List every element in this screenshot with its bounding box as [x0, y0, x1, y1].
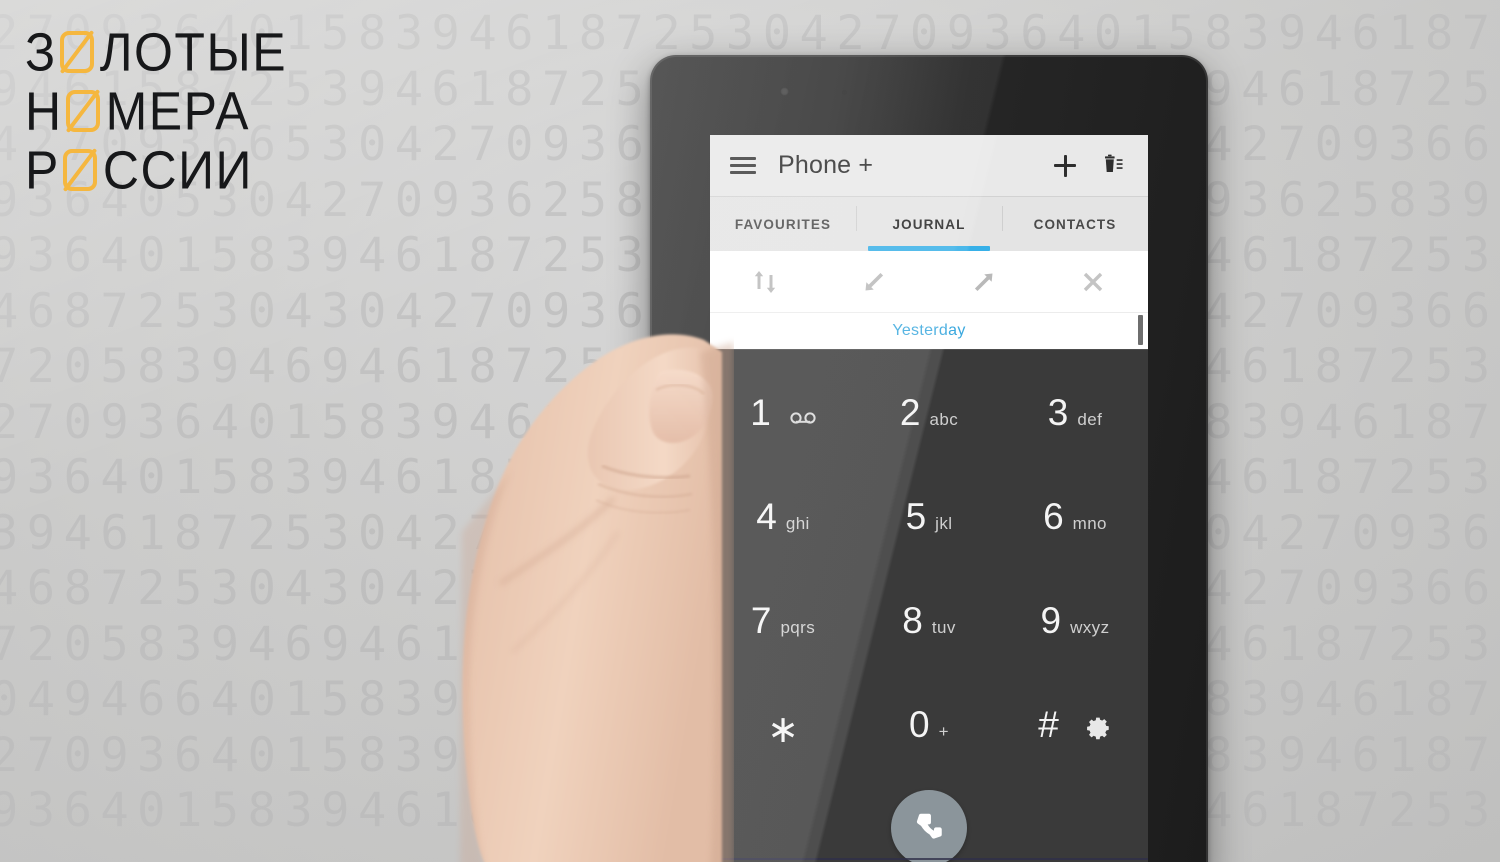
voicemail-icon — [790, 411, 816, 424]
dialpad-key-letters: jkl — [935, 513, 953, 533]
settings-gear-icon[interactable] — [1086, 715, 1112, 741]
tab-favourites[interactable]: FAVOURITES — [710, 197, 856, 251]
dialpad-key-letters: wxyz — [1070, 617, 1110, 637]
dialpad-key-7[interactable]: 7 pqrs — [710, 602, 856, 639]
outgoing-calls-filter[interactable] — [929, 267, 1039, 297]
dialpad-key-5[interactable]: 5 jkl — [856, 498, 1002, 535]
tab-journal[interactable]: JOURNAL — [856, 197, 1002, 251]
dialpad-key-0[interactable]: 0 + — [856, 706, 1002, 743]
tab-bar: FAVOURITES JOURNAL CONTACTS — [710, 197, 1148, 251]
phone-handset-icon — [916, 813, 942, 839]
dialpad-key-2[interactable]: 2 abc — [856, 394, 1002, 431]
dialpad-key-number: 7 — [750, 599, 772, 641]
phone-screen: Phone + FAVOURITES JOURNAL CONTACTS Yest… — [710, 135, 1148, 862]
dialpad-key-6[interactable]: 6 mno — [1002, 498, 1148, 535]
dialpad-key-number: 3 — [1047, 391, 1069, 433]
dialpad-row: 4 ghi 5 jkl 6 mno — [710, 464, 1148, 568]
dialpad-key-number: 4 — [756, 495, 777, 537]
logo-zero-glyph — [62, 148, 97, 191]
logo-line-3: Р ССИИ — [25, 140, 287, 199]
front-camera-icon — [842, 90, 847, 95]
logo-line-1: З ЛОТЫЕ — [25, 22, 287, 81]
dialpad-key-letters: mno — [1072, 513, 1107, 533]
dialpad-key-letters: pqrs — [780, 617, 816, 637]
incoming-calls-filter[interactable] — [820, 267, 930, 297]
dialpad-key-number: 6 — [1043, 495, 1064, 537]
hamburger-menu-icon[interactable] — [730, 153, 756, 178]
app-bar: Phone + — [710, 135, 1148, 197]
arrow-down-right-icon — [865, 272, 884, 290]
brand-logo: З ЛОТЫЕ Н МЕРА Р ССИИ — [25, 22, 287, 199]
dialpad-key-letters: def — [1077, 409, 1103, 429]
logo-text-post: ЛОТЫЕ — [99, 21, 288, 82]
call-button[interactable] — [891, 790, 967, 862]
smartphone-device: Phone + FAVOURITES JOURNAL CONTACTS Yest… — [650, 55, 1208, 862]
tab-contacts[interactable]: CONTACTS — [1002, 197, 1148, 251]
add-contact-button[interactable] — [1054, 154, 1076, 177]
dialpad-key-number: 9 — [1040, 599, 1062, 641]
page-title: Phone + — [778, 151, 874, 179]
dialpad-key-number: 2 — [899, 391, 921, 433]
dialpad-key-number: 8 — [902, 599, 923, 641]
dialpad-key-number: ∗ — [767, 709, 799, 751]
logo-text-pre: Н — [25, 80, 63, 141]
dialpad-key-letters: tuv — [931, 617, 956, 637]
up-down-arrows-icon — [754, 270, 775, 293]
close-x-icon — [1084, 272, 1103, 291]
dialpad-key-8[interactable]: 8 tuv — [856, 602, 1002, 639]
dialpad-key-letters: + — [938, 721, 949, 741]
proximity-sensor-icon — [780, 87, 789, 96]
dialpad-row: ∗ 0 + # — [710, 672, 1148, 776]
date-divider: Yesterday — [892, 322, 966, 339]
dialpad-key-3[interactable]: 3 def — [1002, 394, 1148, 431]
dialpad-key-number: 0 — [909, 703, 930, 745]
logo-text-post: МЕРА — [105, 80, 250, 141]
scrollbar-thumb[interactable] — [1138, 315, 1143, 345]
navigation-bar-line — [710, 858, 1148, 860]
dialpad: 1 2 abc 3 def 4 ghi 5 jkl 6 mno 7 pqrs 8 tuv 9 wxyz ∗ 0 + # — [710, 349, 1148, 862]
delete-entries-button[interactable] — [1102, 154, 1126, 178]
logo-text-post: ССИИ — [102, 139, 253, 200]
dialpad-key-letters: ghi — [785, 513, 810, 533]
dialpad-key-star[interactable]: ∗ — [710, 705, 856, 749]
delete-list-icon — [1105, 154, 1123, 172]
missed-calls-filter[interactable] — [1039, 267, 1149, 297]
call-row — [710, 776, 1148, 862]
plus-icon — [1054, 154, 1076, 177]
logo-line-2: Н МЕРА — [25, 81, 287, 140]
dialpad-key-1[interactable]: 1 — [710, 394, 856, 431]
dialpad-key-4[interactable]: 4 ghi — [710, 498, 856, 535]
dialpad-row: 7 pqrs 8 tuv 9 wxyz — [710, 568, 1148, 672]
dialpad-key-hash[interactable]: # — [1002, 706, 1148, 743]
logo-zero-glyph — [65, 89, 100, 132]
dialpad-key-number: 1 — [750, 391, 771, 433]
logo-text-pre: Р — [25, 139, 60, 200]
arrow-up-right-icon — [974, 273, 993, 291]
dialpad-key-number: # — [1038, 703, 1059, 745]
all-calls-filter[interactable] — [710, 267, 820, 297]
dialpad-key-number: 5 — [905, 495, 927, 537]
call-filter-row — [710, 251, 1148, 313]
dialpad-row: 1 2 abc 3 def — [710, 360, 1148, 464]
logo-text-pre: З — [25, 21, 57, 82]
dialpad-key-letters: abc — [929, 409, 959, 429]
dialpad-key-9[interactable]: 9 wxyz — [1002, 602, 1148, 639]
logo-zero-glyph — [59, 30, 94, 73]
journal-list[interactable]: Yesterday — [710, 313, 1148, 349]
